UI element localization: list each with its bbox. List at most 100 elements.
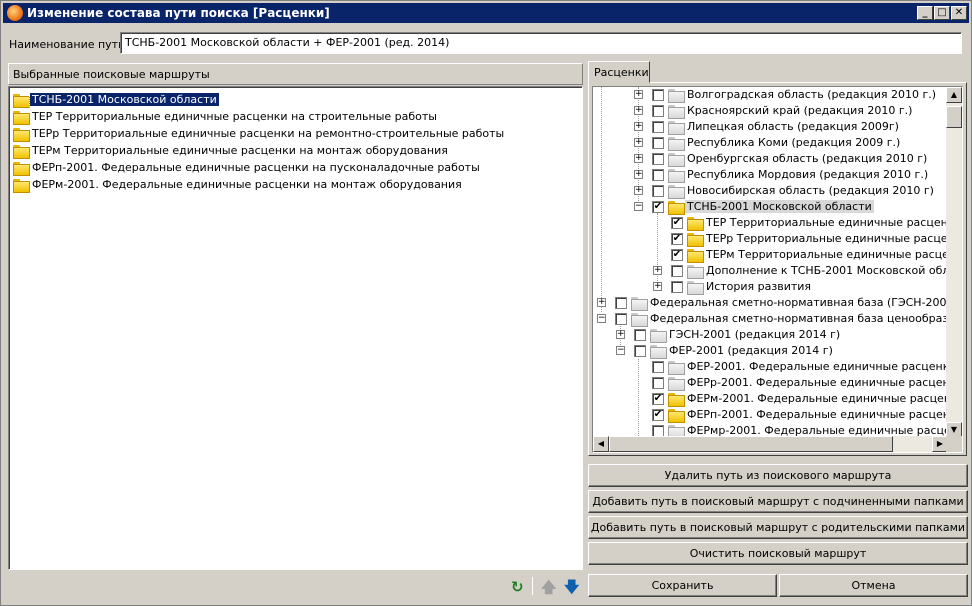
tree-node[interactable]: ФЕР-2001. Федеральные единичные расценки…: [593, 359, 948, 375]
tree-node[interactable]: + Волгоградская область (редакция 2010 г…: [593, 87, 948, 103]
tree-checkbox[interactable]: [652, 361, 664, 373]
tab-rates[interactable]: Расценки: [588, 61, 650, 83]
add-path-with-children-button[interactable]: Добавить путь в поисковый маршрут с подч…: [588, 490, 968, 513]
route-item[interactable]: ТЕР Территориальные единичные расценки н…: [9, 109, 582, 126]
tree-node[interactable]: ✔ ТЕРр Территориальные единичные расценк…: [593, 231, 948, 247]
tree-checkbox[interactable]: [652, 169, 664, 181]
tree-node[interactable]: + Новосибирская область (редакция 2010 г…: [593, 183, 948, 199]
refresh-icon[interactable]: ↻: [511, 578, 524, 596]
tree-node[interactable]: − Федеральная сметно-нормативная база це…: [593, 311, 948, 327]
tree-node[interactable]: + История развития: [593, 279, 948, 295]
tree-checkbox[interactable]: ✔: [652, 409, 664, 421]
tree-node[interactable]: + Красноярский край (редакция 2010 г.): [593, 103, 948, 119]
tree-node-label: Липецкая область (редакция 2009г): [687, 120, 899, 133]
route-item[interactable]: ФЕРм-2001. Федеральные единичные расценк…: [9, 177, 582, 194]
tree-node[interactable]: ✔ ТЕРм Территориальные единичные расценк…: [593, 247, 948, 263]
tree-node[interactable]: ✔ ФЕРп-2001. Федеральные единичные расце…: [593, 407, 948, 423]
tree-checkbox[interactable]: [615, 297, 627, 309]
clear-route-button[interactable]: Очистить поисковый маршрут: [588, 542, 968, 565]
tree-checkbox[interactable]: [671, 281, 683, 293]
tree-checkbox[interactable]: [634, 345, 646, 357]
tree-viewport: + Волгоградская область (редакция 2010 г…: [593, 87, 948, 438]
scroll-left-button[interactable]: ◀: [593, 436, 609, 452]
folder-icon: [668, 361, 685, 375]
cancel-button[interactable]: Отмена: [779, 574, 968, 597]
route-item[interactable]: ТЕРр Территориальные единичные расценки …: [9, 126, 582, 143]
horizontal-scrollbar[interactable]: ◀ ▶: [593, 436, 948, 452]
folder-icon: [687, 217, 704, 231]
vertical-scroll-thumb[interactable]: [946, 106, 962, 128]
scroll-up-button[interactable]: ▲: [946, 87, 962, 103]
title-bar[interactable]: Изменение состава пути поиска [Расценки]…: [3, 3, 969, 23]
tree-checkbox[interactable]: ✔: [671, 217, 683, 229]
folder-icon: [668, 169, 685, 183]
route-item[interactable]: ТЕРм Территориальные единичные расценки …: [9, 143, 582, 160]
tree-node[interactable]: ✔ ТЕР Территориальные единичные расценки…: [593, 215, 948, 231]
expand-icon[interactable]: +: [634, 122, 643, 131]
tree-checkbox[interactable]: [652, 89, 664, 101]
expand-icon[interactable]: +: [634, 90, 643, 99]
tree-node[interactable]: + Оренбургская область (редакция 2010 г): [593, 151, 948, 167]
expand-icon[interactable]: +: [634, 138, 643, 147]
collapse-icon[interactable]: −: [616, 346, 625, 355]
tree-checkbox[interactable]: ✔: [671, 249, 683, 261]
save-button[interactable]: Сохранить: [588, 574, 777, 597]
tree-node[interactable]: + Федеральная сметно-нормативная база (Г…: [593, 295, 948, 311]
tree-checkbox[interactable]: [652, 137, 664, 149]
minimize-button[interactable]: _: [917, 6, 933, 20]
horizontal-scroll-thumb[interactable]: [609, 436, 893, 452]
path-name-label: Наименование пути: [9, 38, 126, 51]
tree-checkbox[interactable]: [652, 121, 664, 133]
tree-node[interactable]: ✔ ФЕРм-2001. Федеральные единичные расце…: [593, 391, 948, 407]
tree-checkbox[interactable]: [615, 313, 627, 325]
route-item[interactable]: ТСНБ-2001 Московской области: [9, 92, 582, 109]
path-name-input[interactable]: ТСНБ-2001 Московской области + ФЕР-2001 …: [120, 32, 962, 54]
tree-checkbox[interactable]: ✔: [671, 233, 683, 245]
selected-routes-list[interactable]: ТСНБ-2001 Московской области ТЕР Террито…: [8, 86, 583, 570]
vertical-scrollbar[interactable]: ▲ ▼: [946, 87, 962, 438]
tree-checkbox[interactable]: [671, 265, 683, 277]
expand-icon[interactable]: +: [653, 266, 662, 275]
rates-tree[interactable]: + Волгоградская область (редакция 2010 г…: [592, 86, 963, 453]
expand-icon[interactable]: +: [634, 186, 643, 195]
folder-icon: [668, 137, 685, 151]
scrollbar-corner: [946, 436, 962, 452]
expand-icon[interactable]: +: [634, 106, 643, 115]
tree-node[interactable]: + ГЭСН-2001 (редакция 2014 г): [593, 327, 948, 343]
tree-node[interactable]: ФЕРр-2001. Федеральные единичные расценк…: [593, 375, 948, 391]
tree-checkbox[interactable]: [634, 329, 646, 341]
expand-icon[interactable]: +: [634, 154, 643, 163]
route-item-label: ФЕРм-2001. Федеральные единичные расценк…: [32, 178, 462, 191]
tree-node[interactable]: − ✔ ТСНБ-2001 Московской области: [593, 199, 948, 215]
move-down-icon[interactable]: 🡇: [564, 577, 579, 602]
tree-checkbox[interactable]: ✔: [652, 393, 664, 405]
expand-icon[interactable]: +: [653, 282, 662, 291]
tree-node[interactable]: + Дополнение к ТСНБ-2001 Московской обла…: [593, 263, 948, 279]
tree-checkbox[interactable]: [652, 377, 664, 389]
tree-node-label: ФЕР-2001 (редакция 2014 г): [669, 344, 833, 357]
move-up-icon[interactable]: 🡅: [541, 577, 556, 602]
close-button[interactable]: ✕: [951, 6, 967, 20]
folder-icon: [687, 281, 704, 295]
tree-checkbox[interactable]: [652, 185, 664, 197]
expand-icon[interactable]: +: [597, 298, 606, 307]
collapse-icon[interactable]: −: [597, 314, 606, 323]
tree-node[interactable]: + Республика Коми (редакция 2009 г.): [593, 135, 948, 151]
collapse-icon[interactable]: −: [634, 202, 643, 211]
tree-checkbox[interactable]: ✔: [652, 201, 664, 213]
folder-icon: [631, 297, 648, 311]
tree-checkbox[interactable]: [652, 105, 664, 117]
tree-checkbox[interactable]: [652, 153, 664, 165]
remove-path-button[interactable]: Удалить путь из поискового маршрута: [588, 464, 968, 487]
folder-icon: [668, 409, 685, 423]
tree-node[interactable]: + Липецкая область (редакция 2009г): [593, 119, 948, 135]
folder-icon: [668, 121, 685, 135]
add-path-with-parents-button[interactable]: Добавить путь в поисковый маршрут с роди…: [588, 516, 968, 539]
tree-node-label: ТЕРр Территориальные единичные расценки …: [706, 232, 948, 245]
route-item[interactable]: ФЕРп-2001. Федеральные единичные расценк…: [9, 160, 582, 177]
maximize-button[interactable]: □: [934, 6, 950, 20]
expand-icon[interactable]: +: [616, 330, 625, 339]
tree-node[interactable]: + Республика Мордовия (редакция 2010 г.): [593, 167, 948, 183]
tree-node[interactable]: − ФЕР-2001 (редакция 2014 г): [593, 343, 948, 359]
expand-icon[interactable]: +: [634, 170, 643, 179]
